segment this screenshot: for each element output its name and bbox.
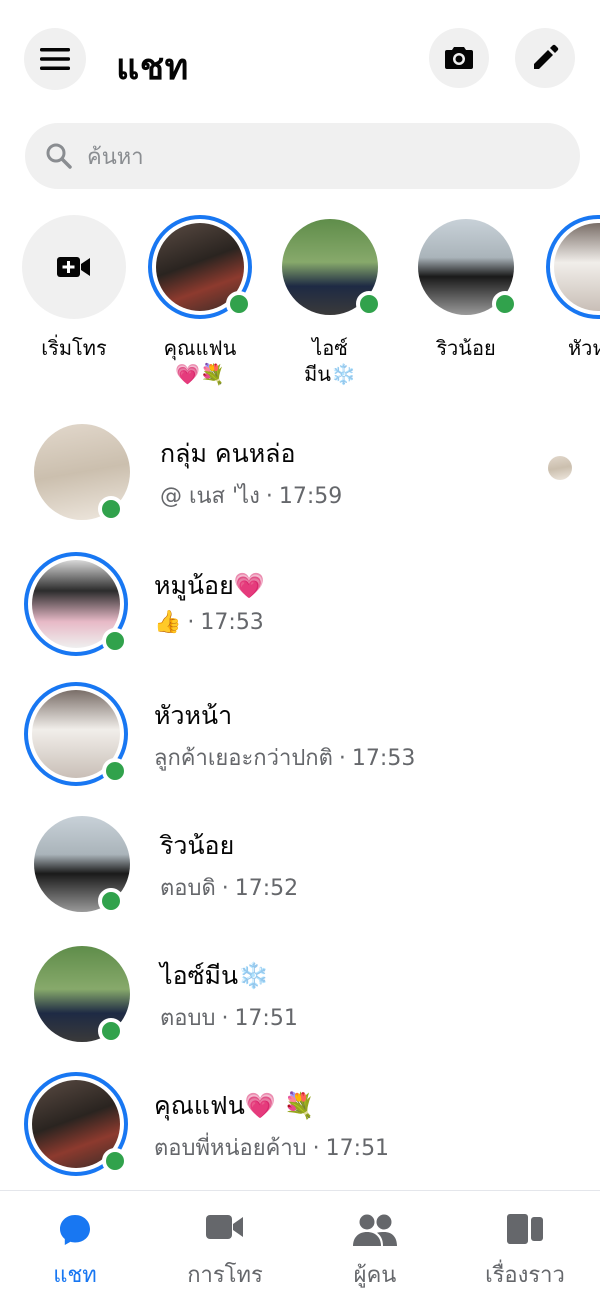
chat-preview: 👍 · 17:53 (154, 610, 264, 635)
online-indicator (102, 758, 128, 784)
chat-row[interactable]: ริวน้อย ตอบดิ · 17:52 (0, 812, 600, 922)
bottom-navigation: แชท การโทร ผู้คน เรื่องราว (0, 1190, 600, 1289)
search-bar[interactable]: ค้นหา (25, 123, 580, 189)
read-receipt-avatar (548, 456, 572, 480)
tab-label: เรื่องราว (485, 1263, 565, 1288)
menu-button[interactable] (24, 28, 86, 90)
chat-row[interactable]: คุณแฟน💗 💐 ตอบพี่หน่อยค้าบ · 17:51 (0, 1072, 600, 1182)
camera-icon (445, 47, 473, 69)
chat-name: หมูน้อย💗 (154, 571, 265, 600)
new-message-button[interactable] (515, 28, 575, 88)
search-placeholder: ค้นหา (87, 144, 144, 170)
online-indicator (102, 628, 128, 654)
online-indicator (102, 1148, 128, 1174)
story-label: คุณแฟน 💗💐 (163, 336, 237, 386)
online-indicator (98, 496, 124, 522)
online-indicator (356, 291, 382, 317)
hamburger-icon (40, 48, 70, 70)
story-new-call[interactable]: เริ่มโทร (14, 215, 134, 363)
tab-chats[interactable]: แชท (0, 1191, 150, 1289)
video-add-icon (57, 257, 90, 277)
chat-preview: ตอบพี่หน่อยค้าบ · 17:51 (154, 1136, 390, 1161)
tab-people[interactable]: ผู้คน (300, 1191, 450, 1289)
chat-row[interactable]: หมูน้อย💗 👍 · 17:53 (0, 552, 600, 662)
story-label: ไอซ์ มีน❄️ (304, 336, 356, 386)
story-label: หัวห (568, 336, 600, 360)
chat-name: ริวน้อย (160, 831, 235, 860)
chat-row[interactable]: กลุ่ม คนหล่อ @ เนส 'ไง · 17:59 (0, 420, 600, 530)
chat-preview: ตอบดิ · 17:52 (160, 876, 299, 901)
video-camera-icon (206, 1215, 243, 1239)
story-label: เริ่มโทร (41, 336, 107, 360)
chat-name: กลุ่ม คนหล่อ (160, 439, 296, 468)
people-icon (353, 1214, 397, 1246)
story-ice-meen[interactable]: ไอซ์ มีน❄️ (270, 215, 390, 389)
chat-preview: ลูกค้าเยอะกว่าปกติ · 17:53 (154, 746, 416, 771)
chat-bubble-icon (60, 1215, 90, 1245)
camera-button[interactable] (429, 28, 489, 88)
top-bar: แชท (0, 0, 600, 112)
online-indicator (98, 888, 124, 914)
pencil-icon (534, 44, 559, 69)
page-title: แชท (116, 47, 189, 88)
tab-label: ผู้คน (353, 1263, 397, 1288)
chat-name: หัวหน้า (154, 701, 233, 730)
online-indicator (492, 291, 518, 317)
chat-row[interactable]: หัวหน้า ลูกค้าเยอะกว่าปกติ · 17:53 (0, 682, 600, 792)
story-khun-faen[interactable]: คุณแฟน 💗💐 (140, 215, 260, 389)
chat-preview: @ เนส 'ไง · 17:59 (160, 484, 343, 509)
tab-stories[interactable]: เรื่องราว (450, 1191, 600, 1289)
search-icon (46, 143, 72, 169)
chat-row[interactable]: ไอซ์มีน❄️ ตอบบ · 17:51 (0, 942, 600, 1052)
tab-label: แชท (53, 1263, 97, 1288)
story-label: ริวน้อย (436, 336, 496, 360)
chat-name: ไอซ์มีน❄️ (160, 961, 270, 990)
chat-name: คุณแฟน💗 💐 (154, 1091, 316, 1120)
chat-preview: ตอบบ · 17:51 (160, 1006, 298, 1031)
tab-calls[interactable]: การโทร (150, 1191, 300, 1289)
tab-label: การโทร (187, 1263, 263, 1288)
story-riw-noi[interactable]: ริวน้อย (406, 215, 526, 363)
story-hua-na[interactable]: หัวห (538, 215, 600, 363)
stories-row: เริ่มโทร คุณแฟน 💗💐 ไอซ์ มีน❄️ ริวน้อย หั… (0, 215, 600, 395)
online-indicator (98, 1018, 124, 1044)
new-call-button[interactable] (22, 215, 126, 319)
online-indicator (226, 291, 252, 317)
stories-icon (507, 1214, 543, 1244)
